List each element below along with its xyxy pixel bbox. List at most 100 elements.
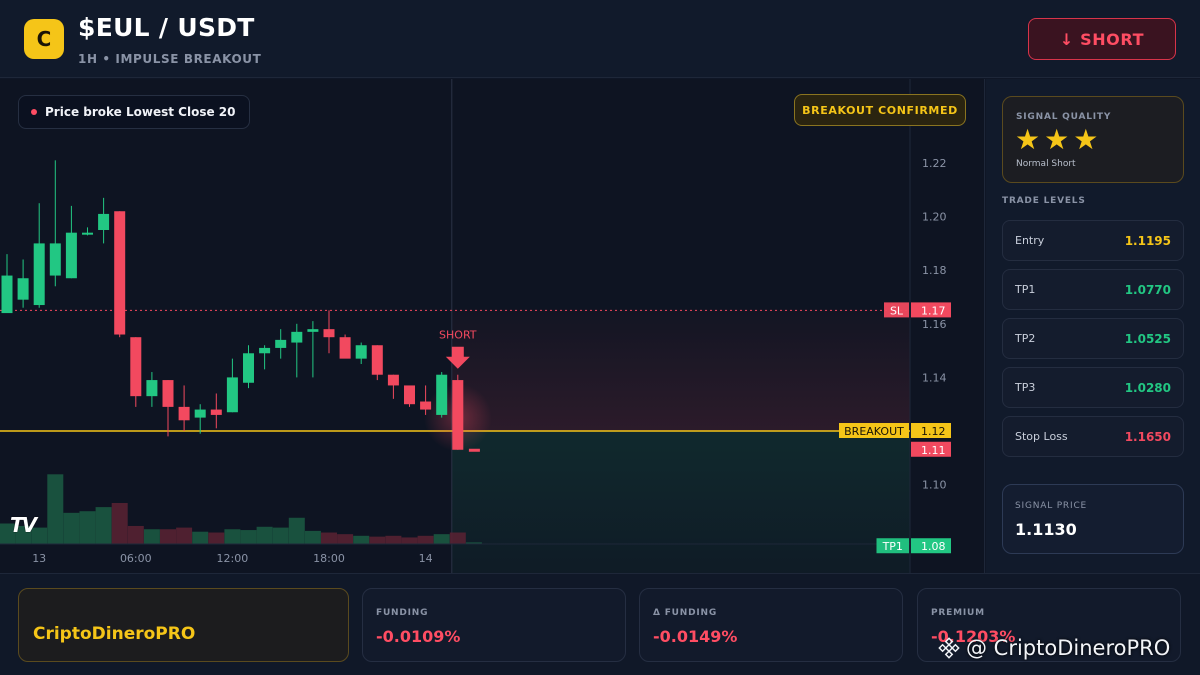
short-marker-label: SHORT [439,329,477,342]
alert-dot-icon [31,109,37,115]
candle-body [65,232,77,279]
volume-bar [127,525,144,544]
star-icon: ★ [1073,123,1099,156]
binance-icon [938,637,960,659]
level-value: 1.0280 [1124,381,1171,395]
volume-bar [321,532,337,544]
volume-bar [79,511,96,544]
x-tick-label: 12:00 [217,552,249,565]
candle-body [452,380,464,450]
candle-body [243,353,254,383]
star-icon: ★ [1015,123,1041,156]
candle-body [210,409,222,415]
tradingview-logo-icon: TV [10,513,37,537]
candle-body [387,374,399,386]
volume-bar [385,535,402,544]
short-signal-button[interactable]: ↓ SHORT [1028,18,1176,60]
volume-bar [224,529,241,544]
current-candle [468,448,480,452]
level-row-entry: Entry 1.1195 [1002,220,1184,261]
candle-body [1,275,13,314]
x-tick-label: 06:00 [120,552,152,565]
y-tick-label: 1.18 [922,264,947,277]
y-tick-label: 1.14 [922,371,947,384]
level-row-tp1: TP1 1.0770 [1002,269,1184,310]
funding-label: FUNDING [376,608,429,618]
candle-body [17,278,29,300]
candle-body [291,331,303,343]
delta-funding-label: Δ FUNDING [653,608,718,618]
candle-body [436,374,448,415]
candle-body [339,337,351,359]
signal-panel: SIGNAL QUALITY ★ ★ ★ Normal Short TRADE … [986,79,1200,573]
y-tick-label: 1.22 [922,157,947,170]
star-icon: ★ [1044,123,1070,156]
candle-body [162,380,174,407]
timeframe-subtitle: 1H • IMPULSE BREAKOUT [78,52,262,66]
volume-bar [176,527,193,544]
candle-body [33,243,45,306]
volume-bar [47,474,64,544]
breakout-price-text: 1.12 [921,425,946,438]
volume-bar [256,526,273,544]
breakout-label-text: BREAKOUT [844,425,904,438]
candle-body [114,211,126,335]
level-row-tp3: TP3 1.0280 [1002,367,1184,408]
x-tick-label: 14 [419,552,433,565]
level-label: TP2 [1015,332,1036,345]
brand-name: CriptoDineroPRO [33,624,196,644]
alert-pill: Price broke Lowest Close 20 [18,95,251,129]
candle-body [404,385,415,405]
signal-quality-label: SIGNAL QUALITY [1016,112,1112,122]
tp1-label-text: TP1 [882,540,903,553]
trade-levels-title: TRADE LEVELS [1002,196,1086,206]
level-value: 1.0770 [1124,283,1171,297]
level-row-stop-loss: Stop Loss 1.1650 [1002,416,1184,457]
y-tick-label: 1.16 [922,318,947,331]
candle-body [98,213,110,230]
volume-bar [240,530,257,544]
volume-bar [304,530,321,544]
volume-bar [288,517,305,544]
volume-bar [449,532,466,544]
volume-bar [272,527,289,544]
level-value: 1.1650 [1124,430,1171,444]
candle-body [323,329,335,338]
premium-label: PREMIUM [931,608,985,618]
volume-bar [95,507,112,544]
pair-title: $EUL / USDT [78,13,255,42]
quality-note: Normal Short [1016,159,1076,169]
candle-body [307,329,319,332]
volume-bar [160,529,176,544]
candle-body [146,380,158,397]
level-value: 1.0525 [1124,332,1171,346]
app-logo: C [24,19,64,59]
volume-bar [192,531,209,544]
volume-bar [208,532,225,544]
price-chart[interactable]: SHORT 1.22 1.20 1.18 1.16 1.14 1.10 13 06:00 12:0… [0,79,985,573]
level-label: TP1 [1015,283,1036,296]
watermark-text: @ CriptoDineroPRO [966,636,1171,660]
level-label: Entry [1015,234,1045,247]
candle-body [178,406,190,421]
volume-bar [417,535,434,544]
quality-stars: ★ ★ ★ [1015,124,1098,156]
candle-body [420,401,432,410]
breakout-confirmed-badge: BREAKOUT CONFIRMED [794,94,966,126]
volume-bar [63,512,80,544]
y-tick-label: 1.10 [922,479,947,492]
alert-text: Price broke Lowest Close 20 [45,105,236,119]
signal-price-label: SIGNAL PRICE [1015,501,1088,511]
volume-bar [143,529,160,544]
candlestick-chart: SHORT 1.22 1.20 1.18 1.16 1.14 1.10 13 06:00 12:0… [0,79,951,573]
candle-body [130,337,142,397]
volume-bar [353,535,370,544]
signal-quality-card: SIGNAL QUALITY ★ ★ ★ Normal Short [1002,96,1184,183]
signal-price-card: SIGNAL PRICE 1.1130 [1002,484,1184,554]
stop-loss-price-text: 1.17 [921,304,946,317]
delta-funding-card: Δ FUNDING -0.0149% [639,588,903,662]
stop-loss-label-text: SL [890,304,904,317]
funding-value: -0.0109% [376,627,461,646]
volume-bar [337,534,354,544]
candle-body [371,345,383,375]
